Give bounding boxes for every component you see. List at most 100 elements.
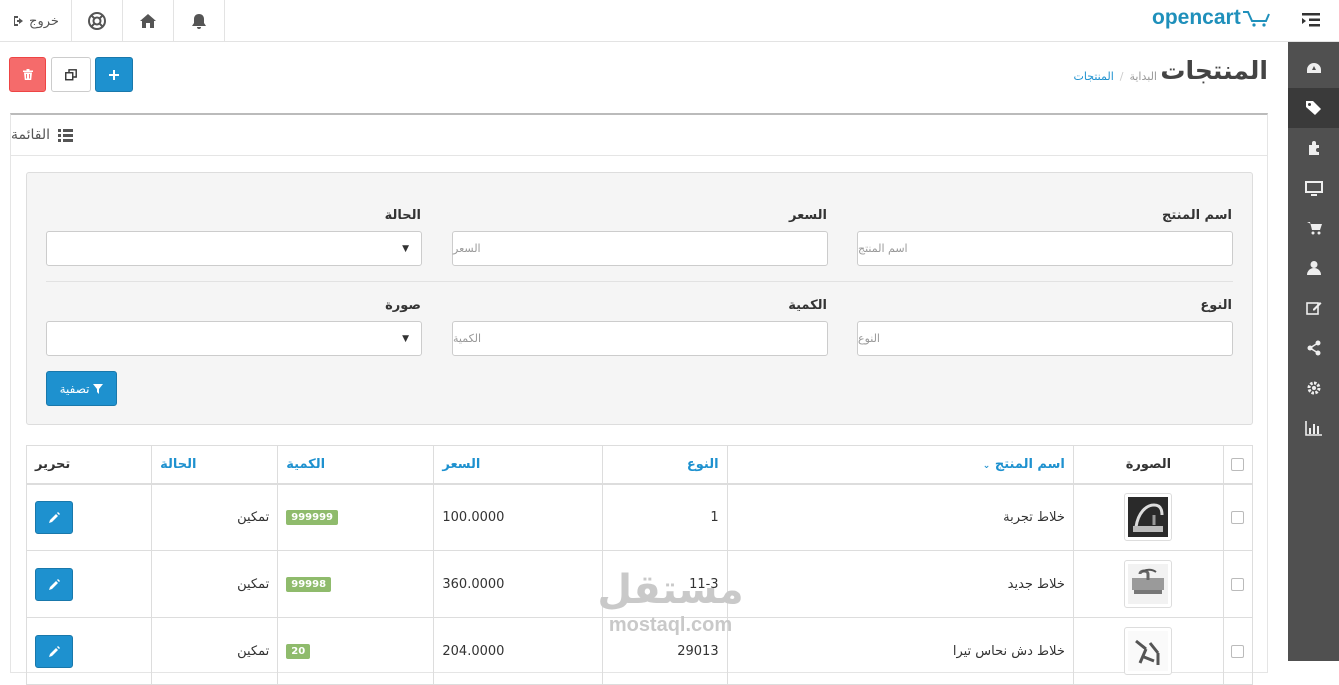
sidebar-item-reports[interactable] — [1288, 408, 1339, 448]
product-thumbnail — [1124, 493, 1173, 542]
delete-product-button[interactable] — [9, 57, 46, 92]
filter-quantity-input[interactable]: الكمية — [452, 321, 828, 356]
logo-text: opencart — [1152, 6, 1241, 29]
product-thumbnail — [1124, 627, 1173, 675]
home-button[interactable] — [123, 0, 174, 42]
sidebar-item-customers[interactable] — [1288, 248, 1339, 288]
trash-icon — [22, 69, 33, 80]
row-status: تمكين — [151, 483, 279, 551]
copy-product-button[interactable] — [51, 57, 91, 92]
row-status: تمكين — [151, 550, 279, 618]
logout-label: خروج — [29, 13, 59, 29]
edit-button[interactable] — [35, 500, 73, 534]
user-icon — [1306, 261, 1321, 275]
product-list-panel: القائمة اسم المنتج اسم المنتج السعر السع… — [10, 113, 1268, 685]
caret-down-icon: ▼ — [402, 333, 409, 344]
help-button[interactable] — [72, 0, 123, 42]
header-name-label: اسم المنتج — [994, 456, 1065, 472]
filter-quantity-label: الكمية — [788, 298, 827, 313]
header-quantity[interactable]: الكمية — [277, 445, 435, 485]
shower-image — [1128, 631, 1169, 671]
edit-button[interactable] — [35, 567, 73, 601]
edit-icon — [1305, 302, 1321, 315]
row-image-cell — [1072, 550, 1224, 618]
filter-button[interactable]: تصفية — [46, 371, 117, 406]
sidebar-item-extensions[interactable] — [1288, 128, 1339, 168]
row-quantity-cell: 99998 — [277, 550, 435, 618]
logout-link[interactable]: خروج — [0, 0, 72, 42]
sidebar-item-share[interactable] — [1288, 328, 1339, 368]
panel-heading: القائمة — [11, 115, 1267, 156]
row-checkbox[interactable] — [1231, 644, 1245, 658]
sidebar-item-catalog[interactable] — [1288, 88, 1339, 128]
plus-icon — [109, 69, 119, 80]
select-all-cell — [1222, 445, 1254, 485]
row-price: 204.0000 — [433, 617, 603, 685]
copy-icon — [65, 68, 77, 80]
breadcrumb-home[interactable]: البداية — [1129, 70, 1157, 83]
bar-chart-icon — [1304, 421, 1322, 436]
row-checkbox[interactable] — [1231, 510, 1245, 524]
edit-button[interactable] — [35, 634, 73, 668]
filter-status-label: الحالة — [384, 208, 421, 223]
pencil-icon — [49, 645, 60, 657]
sort-caret-icon: ⌄ — [982, 460, 991, 471]
sidebar-item-sales[interactable] — [1288, 208, 1339, 248]
row-price: 360.0000 — [433, 550, 603, 618]
filter-price-placeholder: السعر — [453, 242, 481, 255]
breadcrumb: البداية / المنتجات — [1074, 70, 1157, 83]
product-table: الصورة اسم المنتج ⌄ النوع السعر الكمية ا… — [25, 445, 1254, 685]
cart-logo-icon — [1242, 11, 1270, 27]
row-select-cell — [1222, 617, 1254, 685]
sidebar-item-marketing[interactable] — [1288, 288, 1339, 328]
filter-quantity-placeholder: الكمية — [453, 332, 482, 345]
filter-model-input[interactable]: النوع — [857, 321, 1233, 356]
filter-image-select[interactable]: ▼ — [46, 321, 422, 356]
header-price[interactable]: السعر — [433, 445, 603, 485]
indent-icon — [1302, 13, 1320, 27]
breadcrumb-products[interactable]: المنتجات — [1074, 70, 1114, 83]
header-status[interactable]: الحالة — [151, 445, 279, 485]
caret-down-icon: ▼ — [402, 243, 409, 254]
quantity-badge: 20 — [286, 644, 311, 659]
add-product-button[interactable] — [95, 57, 133, 92]
row-name: خلاط دش نحاس تيرا — [726, 617, 1074, 685]
row-checkbox[interactable] — [1231, 577, 1245, 591]
pencil-icon — [49, 511, 60, 523]
quantity-badge: 999999 — [286, 510, 338, 526]
table-row: خلاط دش نحاس تيرا 29013 204.0000 20 تمكي… — [25, 617, 1254, 685]
row-name: خلاط تجربة — [726, 483, 1074, 551]
puzzle-icon — [1308, 141, 1319, 155]
breadcrumb-separator: / — [1119, 70, 1124, 83]
opencart-logo[interactable]: opencart — [1152, 6, 1271, 30]
row-model: 1 — [601, 483, 728, 551]
header-model[interactable]: النوع — [601, 445, 728, 485]
select-all-checkbox[interactable] — [1231, 457, 1245, 471]
filter-price-label: السعر — [789, 208, 827, 223]
row-model: 29013 — [601, 617, 728, 685]
header-image: الصورة — [1072, 445, 1224, 485]
filter-price-input[interactable]: السعر — [452, 231, 828, 266]
home-icon — [140, 14, 156, 28]
row-edit-cell — [25, 617, 153, 685]
sidebar — [1288, 42, 1339, 661]
header-name[interactable]: اسم المنتج ⌄ — [726, 445, 1074, 485]
desktop-icon — [1304, 181, 1323, 196]
filter-icon — [93, 383, 104, 394]
life-ring-icon — [88, 12, 106, 30]
filter-status-select[interactable]: ▼ — [46, 231, 422, 266]
sidebar-item-dashboard[interactable] — [1288, 48, 1339, 88]
table-row: خلاط جديد 11-3 360.0000 99998 تمكين — [25, 550, 1254, 618]
faucet-image — [1128, 497, 1169, 538]
sidebar-toggle-button[interactable] — [1300, 10, 1322, 30]
notifications-button[interactable] — [174, 0, 225, 42]
row-edit-cell — [25, 483, 153, 551]
filter-name-input[interactable]: اسم المنتج — [857, 231, 1233, 266]
sidebar-item-system[interactable] — [1288, 368, 1339, 408]
top-bar: خروج opencart — [0, 0, 1339, 42]
row-select-cell — [1222, 483, 1254, 551]
sidebar-item-design[interactable] — [1288, 168, 1339, 208]
row-edit-cell — [25, 550, 153, 618]
filter-model-placeholder: النوع — [858, 332, 880, 345]
quantity-badge: 99998 — [286, 577, 332, 592]
